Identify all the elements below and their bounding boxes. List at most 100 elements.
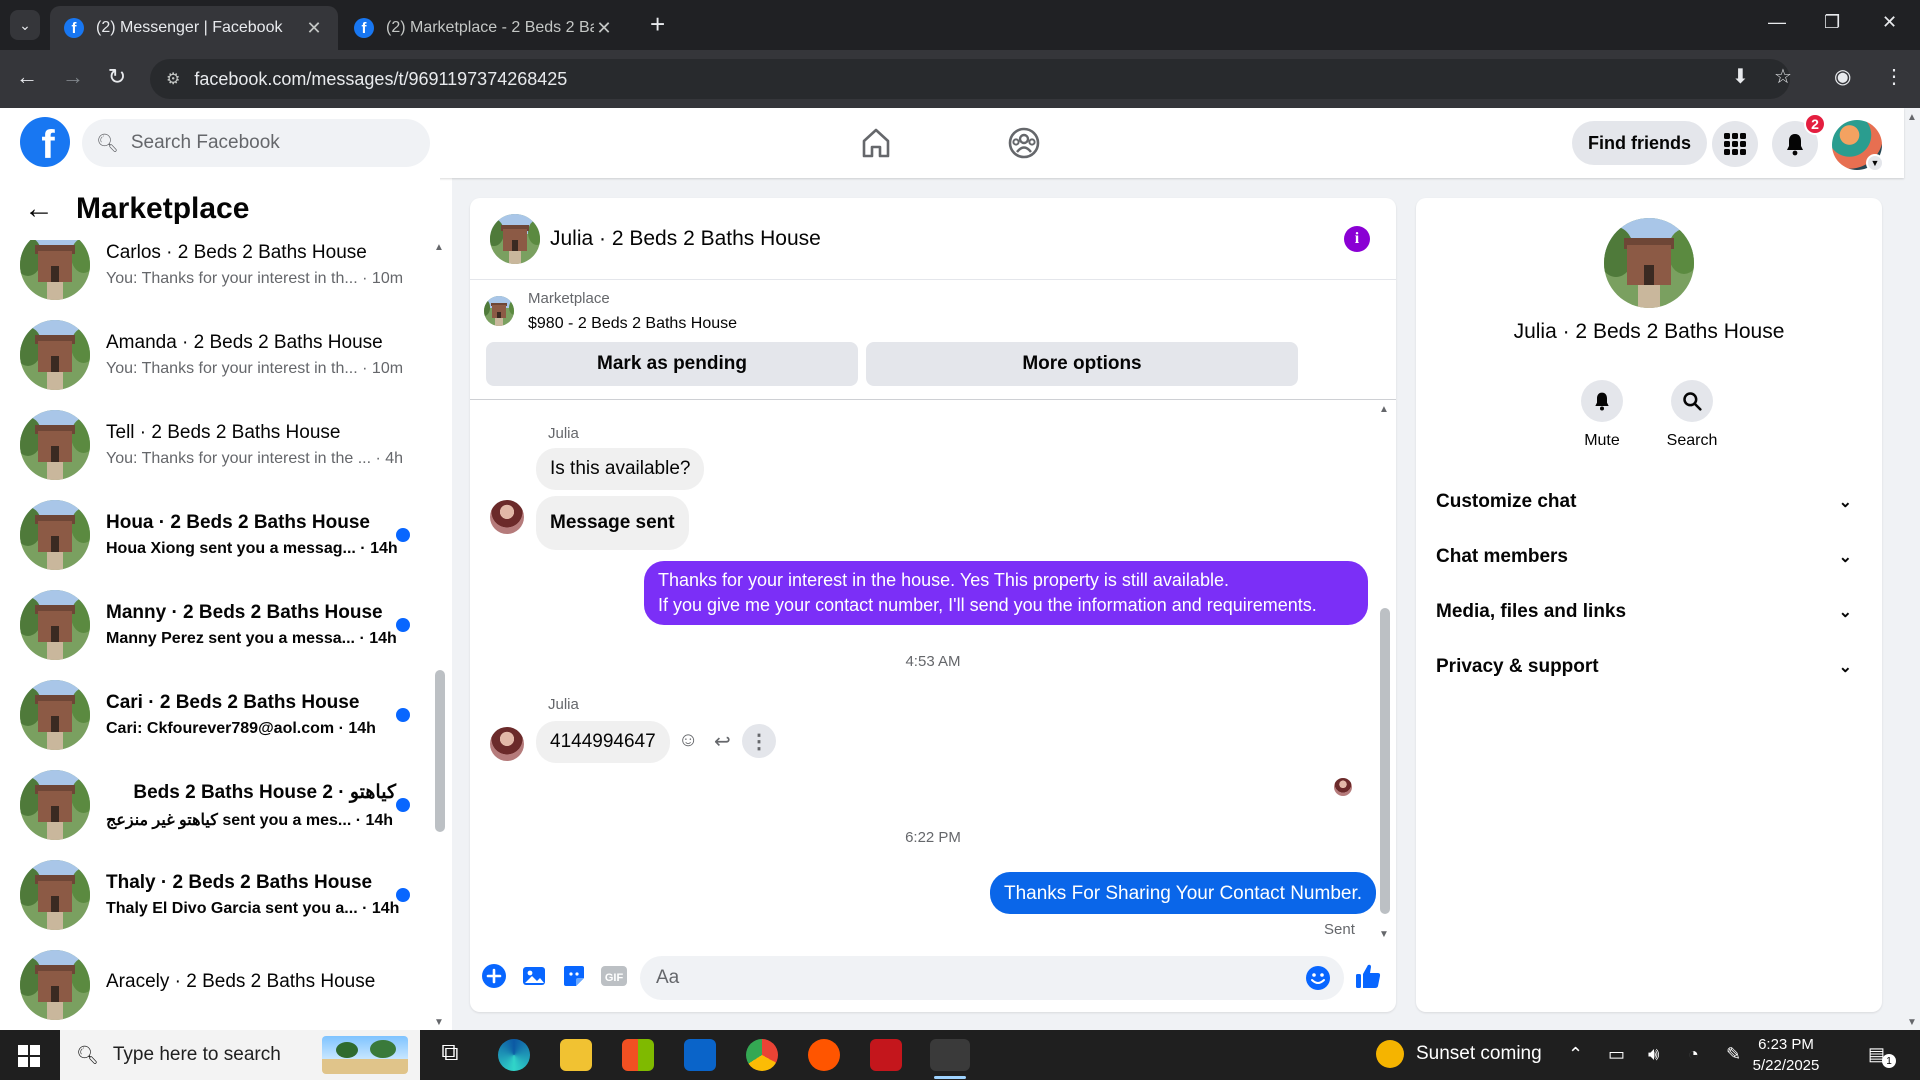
volume-icon[interactable]: 🔊︎: [1648, 1044, 1659, 1065]
julia-avatar[interactable]: [490, 727, 524, 761]
scroll-down-icon[interactable]: ▼: [1379, 929, 1389, 940]
scroll-down-icon[interactable]: ▼: [434, 1017, 444, 1028]
conversation-item[interactable]: Thaly · 2 Beds 2 Baths House Thaly El Div…: [0, 850, 440, 940]
kebab-menu-icon[interactable]: ⋮: [1884, 64, 1904, 89]
chat-members-section[interactable]: Chat members ⌄: [1436, 535, 1862, 579]
conversation-avatar: [20, 680, 90, 750]
conversation-item[interactable]: Tell · 2 Beds 2 Baths House You: Thanks f…: [0, 400, 440, 490]
pdf-app-icon[interactable]: [870, 1039, 902, 1071]
search-in-conversation-button[interactable]: Search: [1652, 380, 1732, 450]
add-icon[interactable]: [480, 962, 508, 990]
emoji-icon[interactable]: [1304, 964, 1332, 992]
facebook-search[interactable]: 🔍︎: [82, 119, 430, 167]
mute-label: Mute: [1584, 432, 1620, 449]
mute-button[interactable]: Mute: [1562, 380, 1642, 450]
julia-avatar[interactable]: [490, 500, 524, 534]
privacy-support-section[interactable]: Privacy & support ⌄: [1436, 645, 1862, 689]
soundcloud-icon[interactable]: [808, 1039, 840, 1071]
task-view-icon[interactable]: ⧉: [434, 1039, 466, 1071]
scroll-up-icon[interactable]: ▲: [1907, 112, 1917, 123]
gif-button[interactable]: GIF: [600, 962, 628, 990]
restore-icon[interactable]: ❐: [1824, 12, 1840, 33]
scroll-up-icon[interactable]: ▲: [1379, 404, 1389, 415]
edge-icon[interactable]: [498, 1039, 530, 1071]
wifi-icon[interactable]: ◔: [1688, 1044, 1699, 1065]
tab-search-button[interactable]: ⌄: [10, 10, 40, 40]
reload-icon[interactable]: ↻: [102, 64, 132, 90]
react-icon[interactable]: ☺: [678, 729, 698, 752]
install-app-icon[interactable]: ⬇: [1732, 64, 1749, 89]
more-options-button[interactable]: More options: [866, 342, 1298, 386]
outlook-icon[interactable]: [684, 1039, 716, 1071]
back-arrow-icon[interactable]: ←: [12, 64, 42, 90]
tab-close-icon[interactable]: ✕: [304, 18, 324, 39]
address-bar[interactable]: ⚙ facebook.com/messages/t/96911973742684…: [150, 59, 1790, 99]
conversation-item[interactable]: كياهتو · 2 Beds 2 Baths House كياهتو غير …: [0, 760, 440, 850]
home-icon[interactable]: [858, 125, 894, 161]
new-tab-button[interactable]: +: [650, 10, 665, 38]
listing-summary[interactable]: Marketplace $980 - 2 Beds 2 Baths House: [484, 290, 737, 333]
site-info-icon[interactable]: ⚙: [166, 69, 180, 89]
media-files-links-section[interactable]: Media, files and links ⌄: [1436, 590, 1862, 634]
tab-close-icon[interactable]: ✕: [594, 18, 614, 39]
conversation-item[interactable]: Houa · 2 Beds 2 Baths House Houa Xiong se…: [0, 490, 440, 580]
chat-scrollbar[interactable]: ▲ ▼: [1378, 404, 1392, 940]
outgoing-message[interactable]: Thanks For Sharing Your Contact Number.: [990, 872, 1377, 914]
reply-icon[interactable]: ↩: [714, 729, 731, 754]
chrome-active-icon[interactable]: [930, 1039, 970, 1071]
outgoing-message[interactable]: Thanks for your interest in the house. Y…: [644, 561, 1368, 625]
info-icon[interactable]: i: [1344, 226, 1370, 252]
incoming-message[interactable]: Message sent: [536, 496, 689, 550]
microsoft-store-icon[interactable]: [622, 1039, 654, 1071]
conversation-avatar[interactable]: [1604, 218, 1694, 308]
facebook-search-input[interactable]: [130, 132, 411, 154]
chevron-down-icon: ⌄: [19, 16, 31, 33]
account-avatar[interactable]: ▼: [1832, 120, 1884, 172]
menu-grid-button[interactable]: [1712, 121, 1758, 167]
scroll-down-icon[interactable]: ▼: [1907, 1017, 1917, 1028]
thumbs-up-icon[interactable]: [1354, 962, 1382, 990]
customize-chat-section[interactable]: Customize chat ⌄: [1436, 480, 1862, 524]
listing-thumbnail: [484, 296, 514, 326]
system-clock[interactable]: 6:23 PM 5/22/2025: [1738, 1034, 1834, 1076]
window-close-icon[interactable]: ✕: [1882, 12, 1897, 33]
scroll-up-icon[interactable]: ▲: [434, 242, 444, 253]
conversation-name: كياهتو · 2 Beds 2 Baths House: [133, 781, 396, 803]
chrome-profile-icon[interactable]: [746, 1039, 778, 1071]
conversation-item[interactable]: Manny · 2 Beds 2 Baths House Manny Perez …: [0, 580, 440, 670]
conversation-item[interactable]: Cari · 2 Beds 2 Baths House Cari: Ckfoure…: [0, 670, 440, 760]
tray-chevron-up-icon[interactable]: ⌃: [1568, 1044, 1583, 1065]
weather-widget[interactable]: Sunset coming: [1376, 1040, 1542, 1068]
minimize-icon[interactable]: —: [1768, 12, 1786, 33]
groups-icon[interactable]: [1006, 125, 1042, 161]
find-friends-button[interactable]: Find friends: [1572, 121, 1707, 165]
sender-name: Julia: [548, 696, 579, 713]
bookmark-star-icon[interactable]: ☆: [1774, 64, 1792, 89]
more-icon[interactable]: ⋮: [742, 724, 776, 758]
chat-avatar[interactable]: [490, 213, 540, 264]
scrollbar-thumb[interactable]: [1380, 608, 1390, 914]
mark-as-pending-button[interactable]: Mark as pending: [486, 342, 858, 386]
back-arrow-icon[interactable]: ←: [24, 192, 54, 226]
conversation-item[interactable]: Amanda · 2 Beds 2 Baths House You: Thanks…: [0, 310, 440, 400]
profile-icon[interactable]: ◉: [1834, 64, 1851, 89]
scrollbar-thumb[interactable]: [435, 670, 445, 832]
tab-messenger[interactable]: f (2) Messenger | Facebook ✕: [50, 6, 338, 50]
notification-center-icon[interactable]: ▤ 1: [1868, 1044, 1896, 1068]
taskbar-search[interactable]: 🔍︎ Type here to search: [60, 1030, 420, 1080]
incoming-message[interactable]: Is this available?: [536, 448, 705, 490]
tab-marketplace[interactable]: f (2) Marketplace - 2 Beds 2 Bath ✕: [340, 6, 628, 50]
conversation-item[interactable]: Aracely · 2 Beds 2 Baths House: [0, 940, 440, 1030]
message-input[interactable]: [640, 956, 1344, 1000]
windows-start-icon[interactable]: [18, 1045, 40, 1067]
incoming-message[interactable]: 4144994647: [536, 721, 670, 763]
file-explorer-icon[interactable]: [560, 1039, 592, 1071]
battery-icon[interactable]: ▭: [1608, 1044, 1625, 1065]
forward-arrow-icon[interactable]: →: [58, 64, 88, 90]
chat-header[interactable]: Julia · 2 Beds 2 Baths House: [470, 198, 1396, 280]
page-scrollbar[interactable]: ▲ ▼: [1904, 108, 1920, 1030]
facebook-logo[interactable]: f: [20, 117, 70, 167]
sticker-icon[interactable]: [560, 962, 588, 990]
photo-icon[interactable]: [520, 962, 548, 990]
chat-list-scrollbar[interactable]: ▲ ▼: [432, 178, 448, 1030]
